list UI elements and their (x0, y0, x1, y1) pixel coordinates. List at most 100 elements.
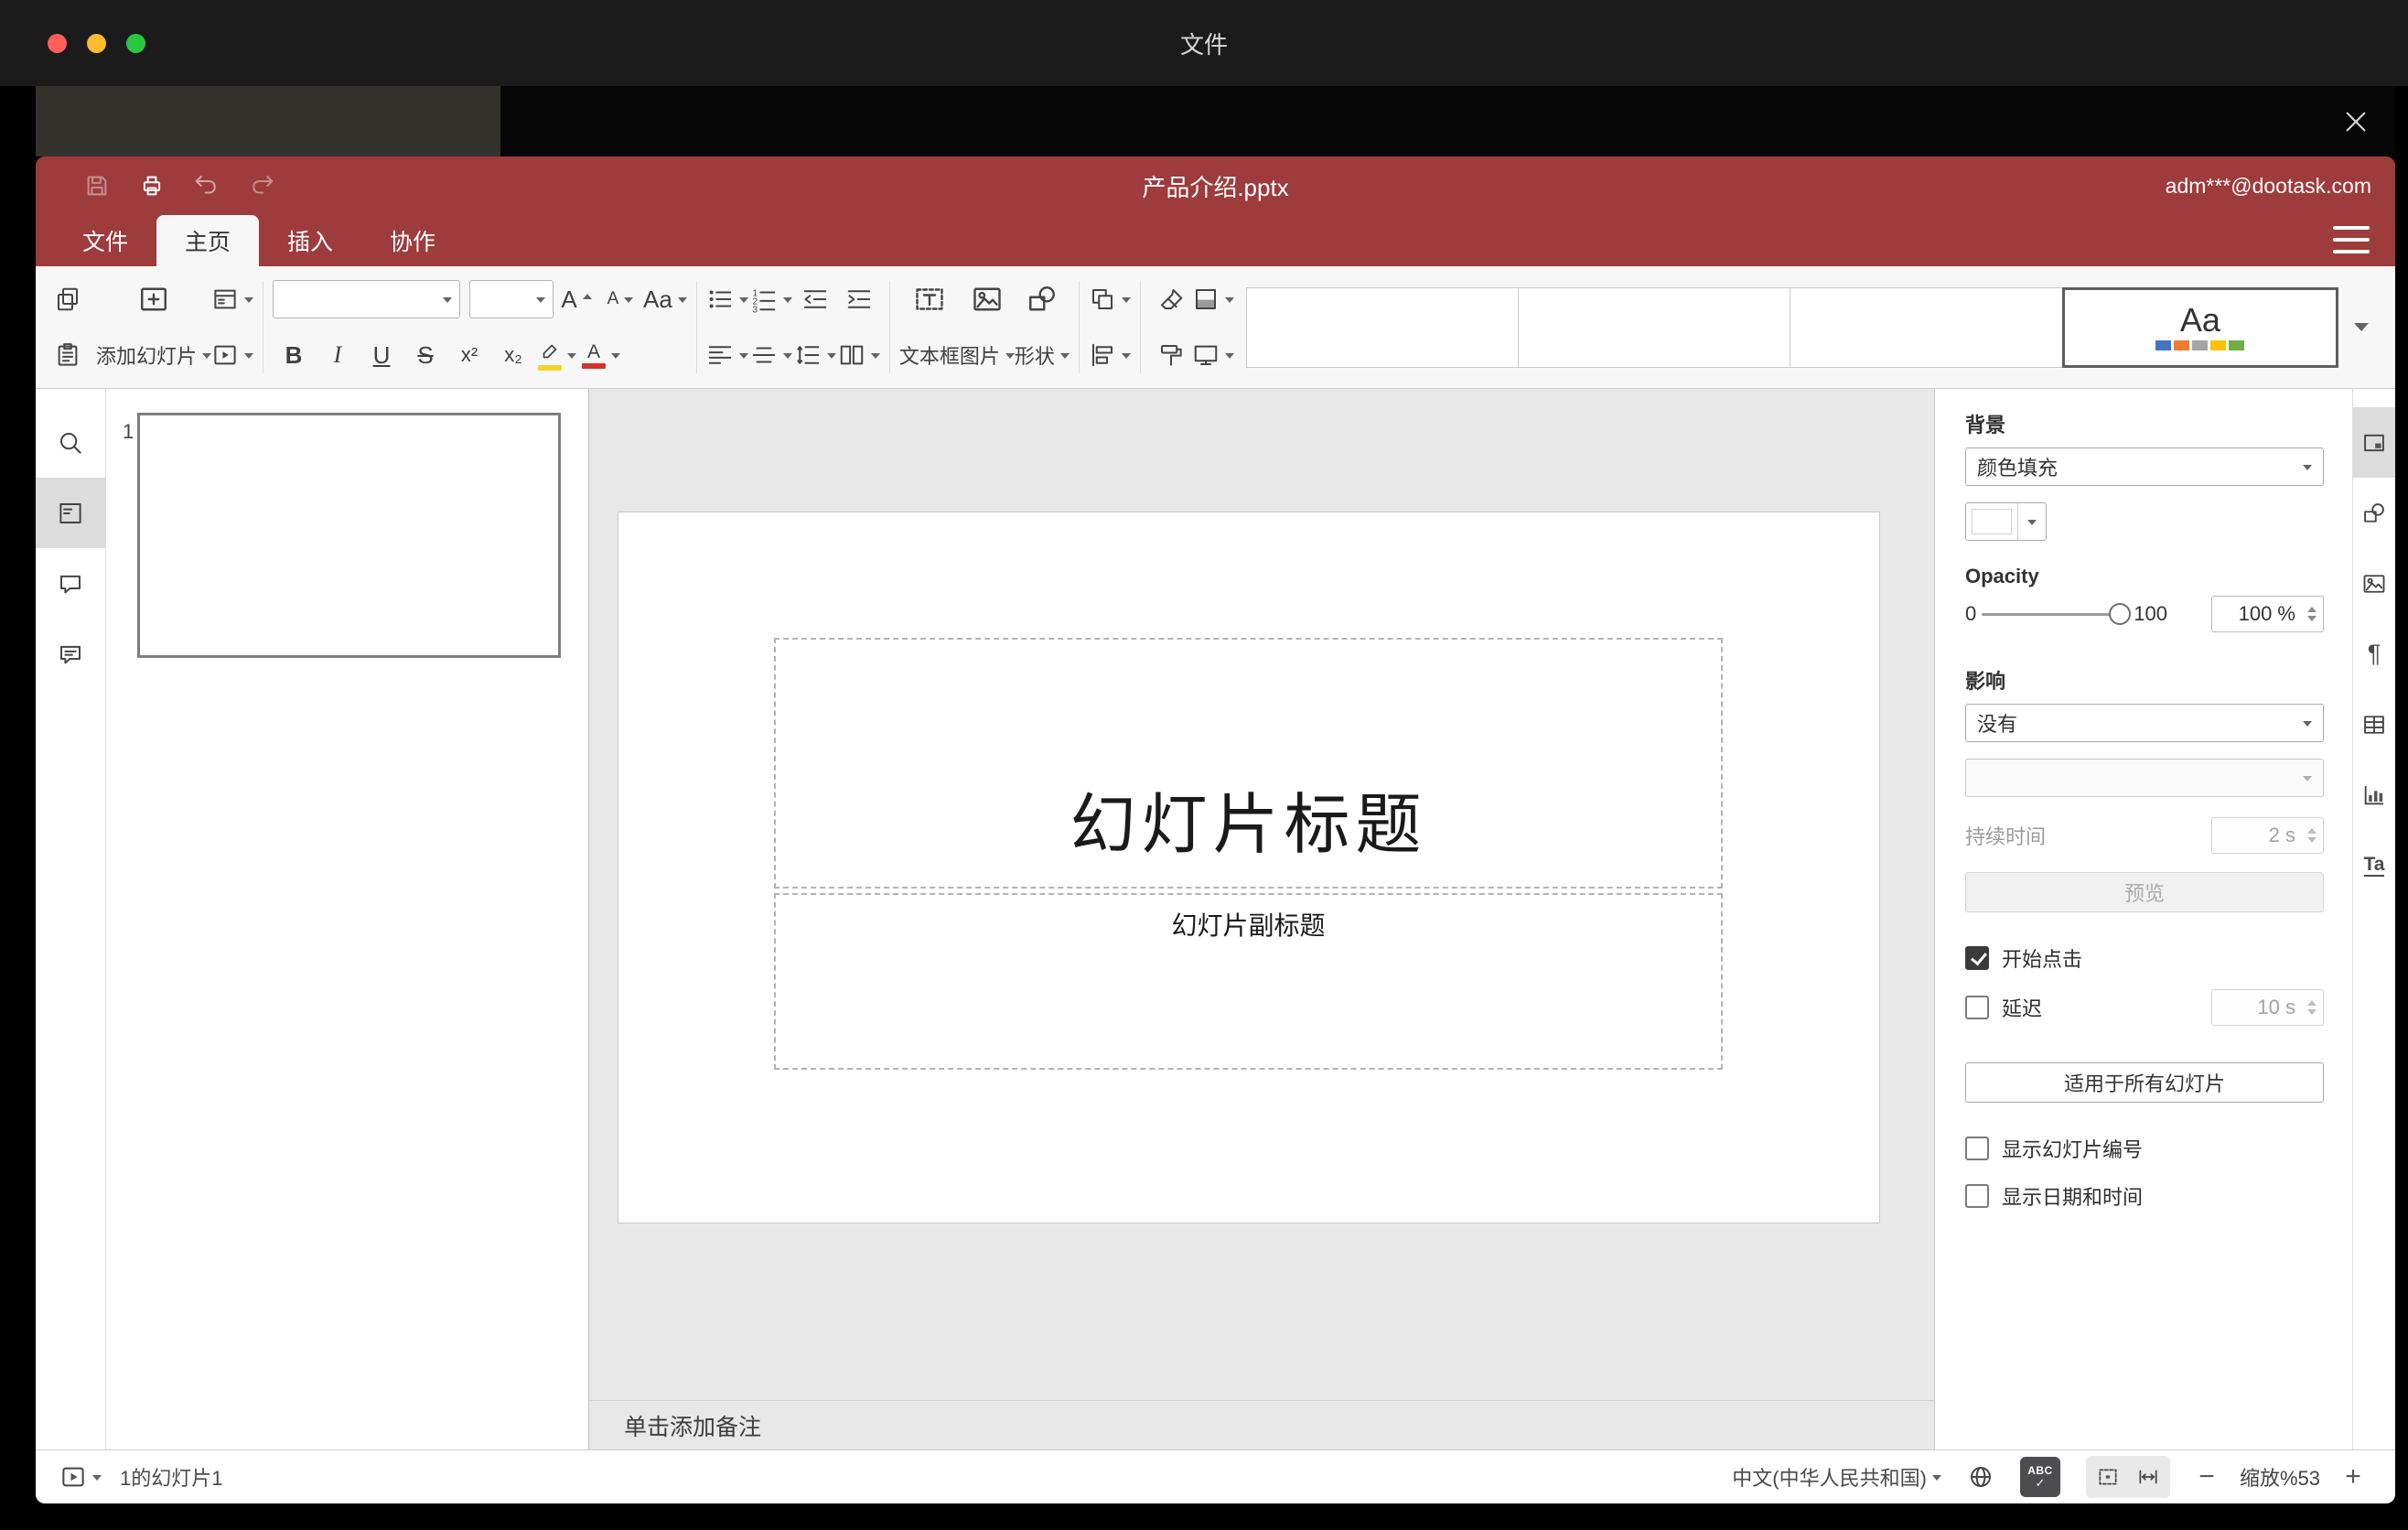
close-dialog-button[interactable] (2329, 95, 2382, 148)
menu-icon[interactable] (2333, 226, 2370, 253)
insert-shape-button[interactable] (1021, 275, 1063, 323)
decrease-indent-button[interactable] (794, 275, 836, 323)
fit-to-slide-button[interactable] (2088, 1458, 2128, 1496)
slide-canvas[interactable]: 幻灯片标题 幻灯片副标题 (618, 512, 1879, 1223)
theme-gallery-expand-button[interactable] (2338, 287, 2384, 368)
superscript-button[interactable]: x² (448, 331, 490, 379)
feedback-panel-button[interactable] (36, 619, 105, 689)
preview-slideshow-dropdown[interactable] (211, 331, 254, 379)
spinner[interactable] (2307, 597, 2317, 631)
increase-indent-button[interactable] (838, 275, 880, 323)
decrease-font-button[interactable]: A (599, 275, 641, 323)
slide-settings-button[interactable] (2353, 407, 2395, 478)
minimize-window-button[interactable] (87, 33, 106, 53)
paragraph-settings-button[interactable]: ¶ (2353, 619, 2395, 689)
numbering-dropdown[interactable]: 123 (750, 275, 792, 323)
copy-button[interactable] (47, 275, 89, 323)
align-objects-dropdown[interactable] (1089, 331, 1131, 379)
save-icon[interactable] (83, 172, 111, 199)
undo-icon[interactable] (193, 172, 220, 199)
delay-field[interactable]: 10 s (2211, 989, 2324, 1026)
tab-home[interactable]: 主页 (156, 215, 259, 266)
italic-button[interactable]: I (317, 331, 359, 379)
increase-font-button[interactable]: A (555, 275, 597, 323)
underline-button[interactable]: U (360, 331, 403, 379)
copy-icon (58, 287, 78, 311)
zoom-out-button[interactable]: − (2188, 1461, 2225, 1492)
theme-option-1[interactable] (1245, 286, 1520, 368)
font-color-dropdown[interactable]: A (580, 331, 622, 379)
effect-type-select[interactable] (1965, 759, 2324, 797)
spinner[interactable] (2307, 818, 2317, 853)
textart-settings-button[interactable]: Ta (2353, 830, 2395, 900)
start-on-click-checkbox[interactable] (1965, 946, 1989, 970)
show-date-time-checkbox[interactable] (1965, 1184, 1989, 1208)
change-case-dropdown[interactable]: Aa (643, 275, 687, 323)
bullets-dropdown[interactable] (706, 275, 748, 323)
add-slide-dropdown[interactable]: 添加幻灯片 (96, 331, 212, 379)
preview-button[interactable]: 预览 (1965, 872, 2324, 912)
tab-collaboration[interactable]: 协作 (361, 215, 464, 266)
effect-select[interactable]: 没有 (1965, 704, 2324, 742)
document-language-button[interactable] (1960, 1457, 2002, 1497)
clear-style-button[interactable] (1150, 275, 1192, 323)
tab-file[interactable]: 文件 (54, 215, 156, 266)
close-window-button[interactable] (48, 33, 67, 53)
zoom-in-button[interactable]: + (2335, 1461, 2371, 1492)
subscript-button[interactable]: x₂ (492, 331, 534, 379)
print-icon[interactable] (138, 172, 166, 199)
vertical-align-dropdown[interactable] (750, 331, 792, 379)
maximize-window-button[interactable] (126, 33, 145, 53)
show-slide-number-checkbox[interactable] (1965, 1137, 1989, 1160)
insert-image-button[interactable] (966, 275, 1008, 323)
slider-knob[interactable] (2109, 603, 2132, 625)
slides-panel-button[interactable] (36, 478, 105, 548)
copy-style-button[interactable] (1150, 331, 1192, 379)
tab-insert[interactable]: 插入 (259, 215, 361, 266)
insert-textbox-button[interactable] (908, 275, 951, 323)
slide-size-dropdown[interactable] (1192, 331, 1234, 379)
change-layout-dropdown[interactable] (211, 275, 254, 323)
search-panel-button[interactable] (36, 407, 105, 478)
fill-type-select[interactable]: 颜色填充 (1965, 447, 2324, 486)
bold-button[interactable]: B (273, 331, 315, 379)
line-spacing-dropdown[interactable] (794, 331, 836, 379)
image-settings-button[interactable] (2353, 548, 2395, 619)
table-settings-button[interactable] (2353, 689, 2395, 760)
shape-settings-button[interactable] (2353, 478, 2395, 548)
opacity-value-field[interactable]: 100 % (2211, 596, 2324, 632)
slide-thumbnail-1[interactable] (137, 413, 561, 658)
chart-settings-button[interactable] (2353, 760, 2395, 830)
shape-dropdown[interactable]: 形状 (1015, 331, 1070, 379)
arrange-dropdown[interactable] (1089, 275, 1131, 323)
theme-option-selected[interactable]: Aa (2061, 286, 2338, 368)
spellcheck-toggle[interactable]: ABC ✓ (2019, 1457, 2060, 1497)
image-dropdown[interactable]: 图片 (960, 331, 1015, 379)
duration-field[interactable]: 2 s (2211, 817, 2324, 854)
font-name-combo[interactable] (273, 280, 461, 318)
strikeout-button[interactable]: S (404, 331, 446, 379)
redo-icon[interactable] (248, 172, 275, 199)
fit-to-width-button[interactable] (2128, 1458, 2168, 1496)
delay-checkbox[interactable] (1965, 996, 1989, 1019)
horizontal-align-dropdown[interactable] (706, 331, 748, 379)
font-size-combo[interactable] (469, 280, 554, 318)
apply-to-all-button[interactable]: 适用于所有幻灯片 (1965, 1062, 2324, 1103)
theme-option-2[interactable] (1518, 286, 1791, 368)
language-selector[interactable]: 中文(中华人民共和国) (1732, 1457, 1941, 1497)
opacity-slider[interactable] (1982, 602, 2132, 626)
fill-color-picker[interactable] (1965, 502, 2047, 541)
subtitle-placeholder[interactable]: 幻灯片副标题 (774, 893, 1723, 1070)
add-slide-button[interactable] (96, 275, 211, 323)
comments-panel-button[interactable] (36, 548, 105, 619)
start-slideshow-button[interactable] (59, 1457, 102, 1497)
notes-area[interactable]: 单击添加备注 (589, 1400, 1934, 1449)
title-placeholder[interactable]: 幻灯片标题 (774, 638, 1723, 889)
paste-button[interactable] (47, 331, 89, 379)
highlight-color-dropdown[interactable] (536, 331, 578, 379)
color-scheme-dropdown[interactable] (1192, 275, 1234, 323)
spinner[interactable] (2307, 990, 2317, 1025)
color-dropdown-arrow[interactable] (2017, 503, 2046, 540)
columns-dropdown[interactable] (838, 331, 880, 379)
theme-option-3[interactable] (1790, 286, 2063, 368)
